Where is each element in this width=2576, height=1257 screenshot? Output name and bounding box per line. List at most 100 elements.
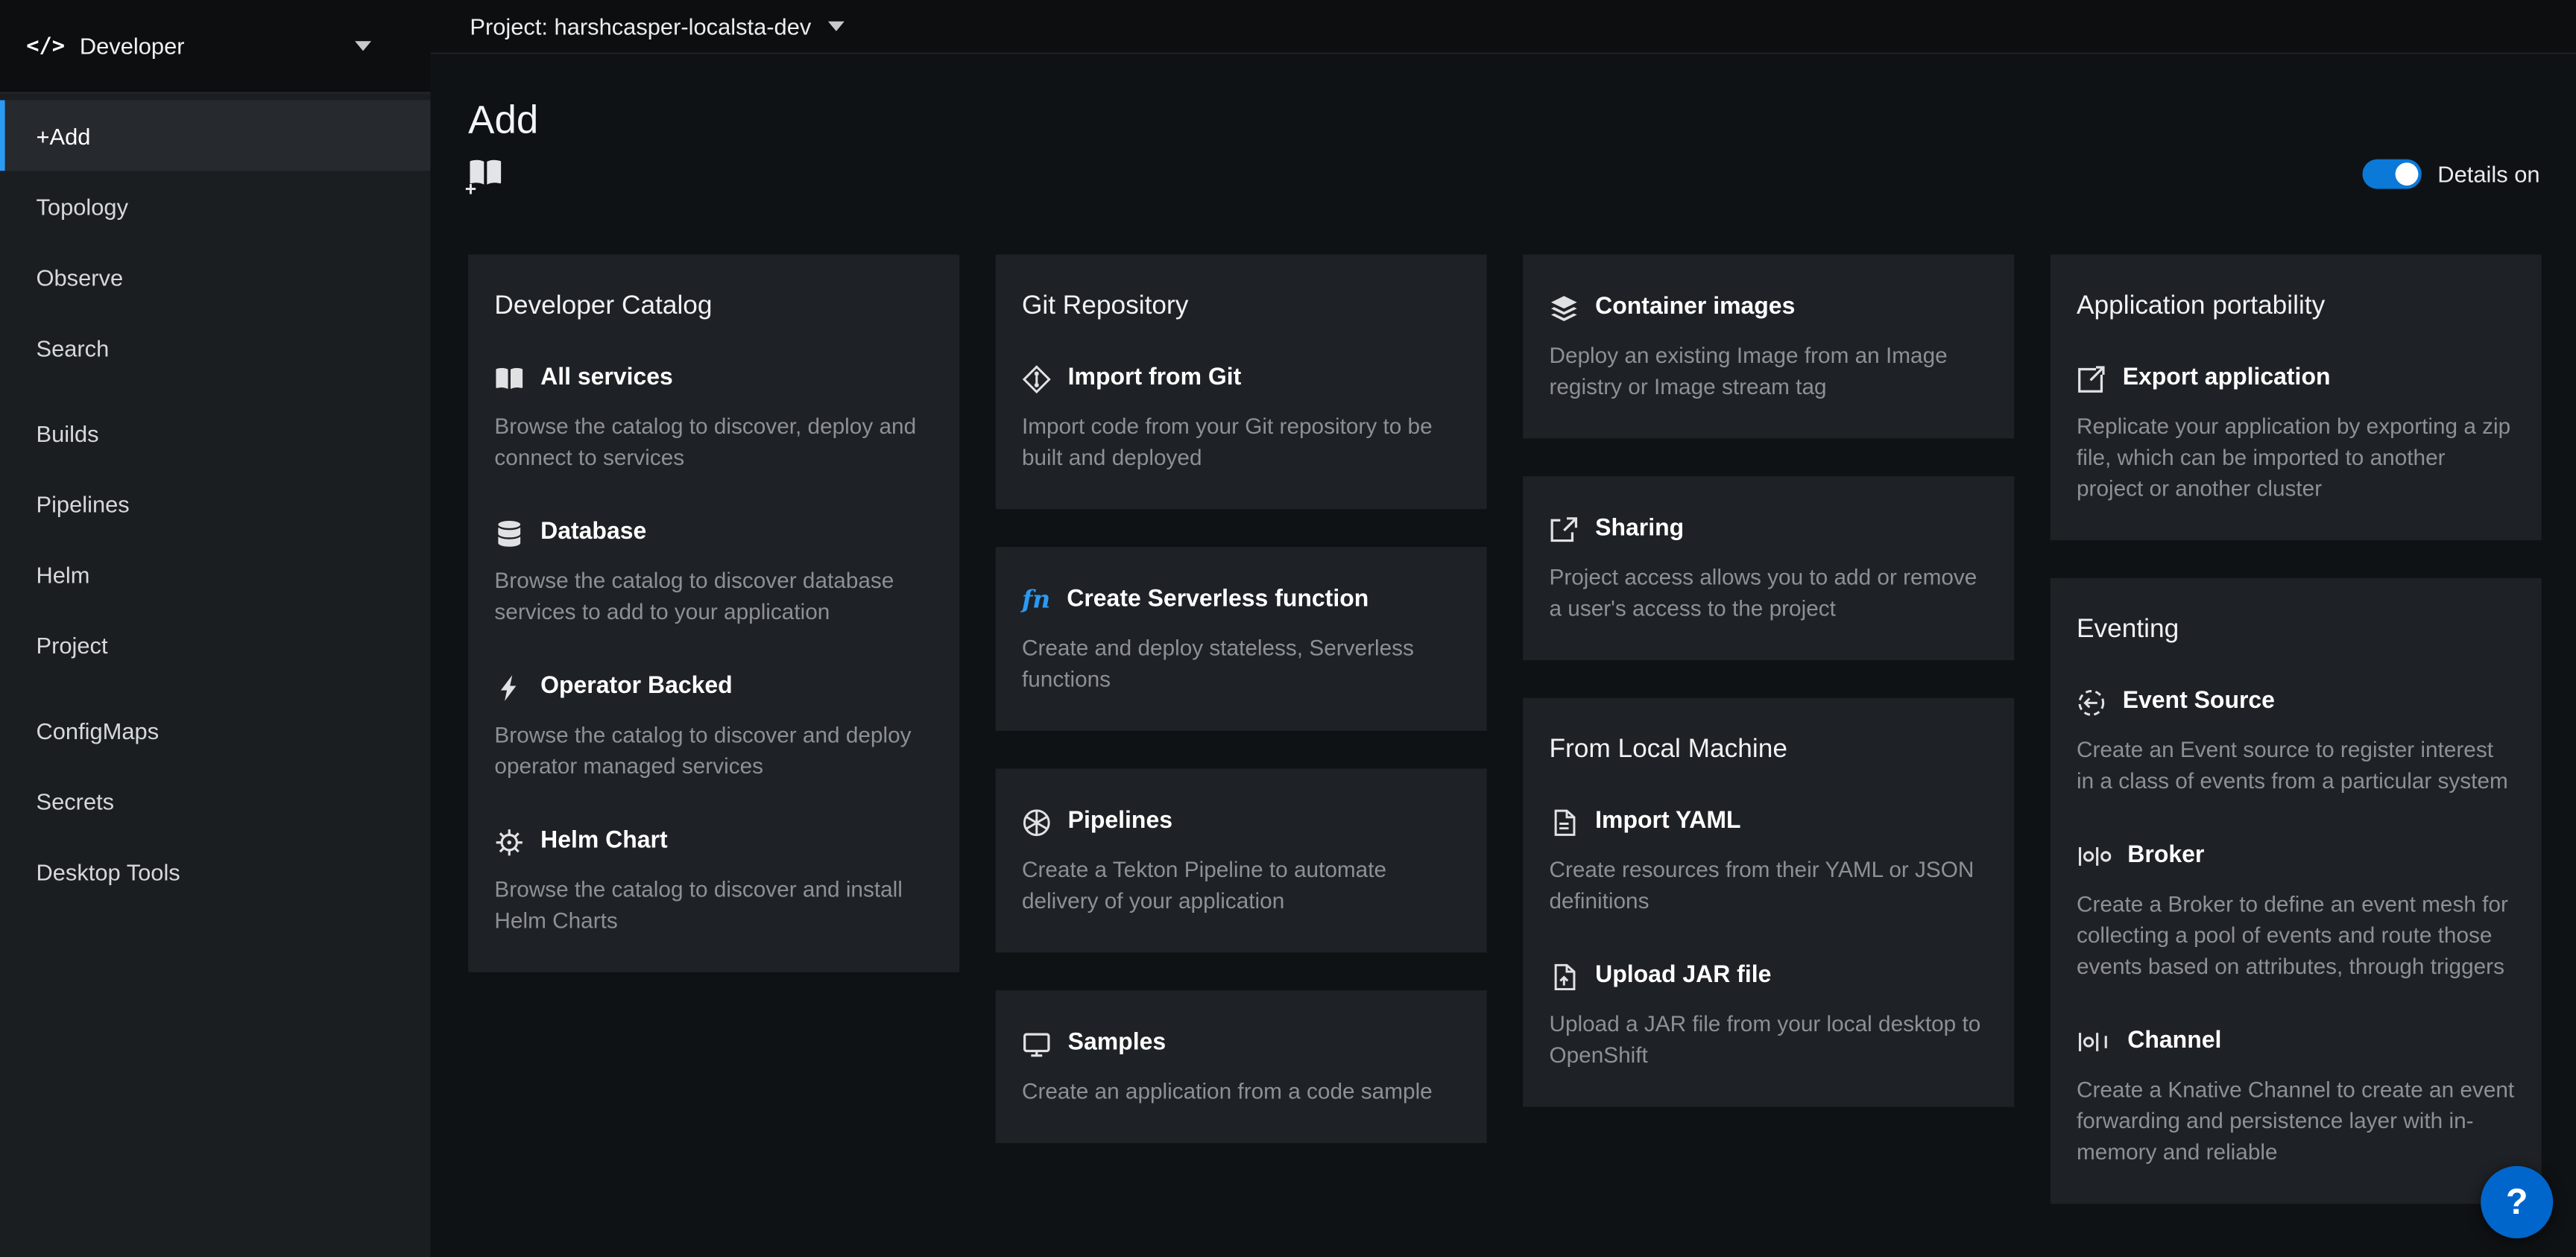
layers-icon xyxy=(1549,293,1579,323)
item-description: Create an application from a code sample xyxy=(1022,1076,1460,1107)
sidebar-item-secrets[interactable]: Secrets xyxy=(0,765,430,836)
share-icon xyxy=(1549,515,1579,545)
add-item-container-images[interactable]: Container images Deploy an existing Imag… xyxy=(1549,291,1987,402)
database-icon xyxy=(494,518,524,548)
card-pipelines: Pipelines Create a Tekton Pipeline to au… xyxy=(996,769,1487,953)
toggle-knob xyxy=(2395,162,2418,186)
event-source-icon xyxy=(2077,687,2106,717)
plus-glyph: + xyxy=(465,179,476,198)
sidebar-item-configmaps[interactable]: ConfigMaps xyxy=(0,694,430,765)
item-label: Samples xyxy=(1068,1027,1166,1061)
add-item-pipelines[interactable]: Pipelines Create a Tekton Pipeline to au… xyxy=(1022,805,1460,916)
sidebar-item-topology[interactable]: Topology xyxy=(0,171,430,241)
item-label: Event Source xyxy=(2123,685,2275,719)
add-item-upload-jar-file[interactable]: Upload JAR file Upload a JAR file from y… xyxy=(1549,959,1987,1071)
add-item-export-application[interactable]: Export application Replicate your applic… xyxy=(2077,361,2515,504)
item-label: Operator Backed xyxy=(540,670,733,704)
sidebar-item-builds[interactable]: Builds xyxy=(0,397,430,468)
samples-icon xyxy=(1022,1029,1052,1059)
sidebar-item-pipelines[interactable]: Pipelines xyxy=(0,468,430,539)
file-yaml-icon xyxy=(1549,807,1579,837)
grid-column-2: Git Repository Import from Git Import co… xyxy=(996,255,1487,1143)
export-icon xyxy=(2077,364,2106,393)
card-container-images: Container images Deploy an existing Imag… xyxy=(1523,255,2014,439)
project-selector[interactable]: Project: harshcasper-localsta-dev xyxy=(470,13,844,39)
card-application-portability: Application portability Export applicati… xyxy=(2051,255,2542,541)
main-area: Project: harshcasper-localsta-dev Add + … xyxy=(430,0,2576,1257)
details-toggle-label: Details on xyxy=(2437,161,2539,187)
item-label: All services xyxy=(540,361,673,396)
add-item-import-from-git[interactable]: Import from Git Import code from your Gi… xyxy=(1022,361,1460,473)
item-label: Upload JAR file xyxy=(1595,959,1771,993)
card-title: Eventing xyxy=(2077,614,2515,645)
chevron-down-icon xyxy=(827,22,844,31)
add-item-broker[interactable]: Broker Create a Broker to define an even… xyxy=(2077,839,2515,982)
perspective-switcher[interactable]: </> Developer xyxy=(0,0,430,94)
add-item-event-source[interactable]: Event Source Create an Event source to r… xyxy=(2077,685,2515,797)
sidebar-item-desktop-tools[interactable]: Desktop Tools xyxy=(0,836,430,907)
nav-group-1: +Add Topology Observe Search xyxy=(0,100,430,382)
card-sharing: Sharing Project access allows you to add… xyxy=(1523,476,2014,660)
openshift-console: </> Developer +Add Topology Observe Sear… xyxy=(0,0,2576,1257)
item-description: Replicate your application by exporting … xyxy=(2077,411,2515,504)
item-label: Export application xyxy=(2123,361,2331,396)
sidebar-item-project[interactable]: Project xyxy=(0,609,430,680)
item-description: Browse the catalog to discover and deplo… xyxy=(494,719,932,782)
catalog-add-icon[interactable]: + xyxy=(468,156,508,191)
bolt-icon xyxy=(494,673,524,703)
catalog-book-icon xyxy=(494,364,524,393)
file-upload-icon xyxy=(1549,962,1579,992)
item-description: Deploy an existing Image from an Image r… xyxy=(1549,340,1987,402)
chevron-down-icon xyxy=(355,41,371,51)
item-label: Helm Chart xyxy=(540,824,668,858)
item-description: Browse the catalog to discover, deploy a… xyxy=(494,411,932,473)
details-toggle[interactable]: Details on xyxy=(2362,159,2540,189)
grid-column-3: Container images Deploy an existing Imag… xyxy=(1523,255,2014,1107)
item-label: Create Serverless function xyxy=(1067,583,1368,617)
add-item-all-services[interactable]: All services Browse the catalog to disco… xyxy=(494,361,932,473)
add-item-sharing[interactable]: Sharing Project access allows you to add… xyxy=(1549,513,1987,624)
add-item-operator-backed[interactable]: Operator Backed Browse the catalog to di… xyxy=(494,670,932,782)
add-item-database[interactable]: Database Browse the catalog to discover … xyxy=(494,516,932,627)
help-button[interactable]: ? xyxy=(2481,1165,2553,1238)
sidebar-item-observe[interactable]: Observe xyxy=(0,241,430,312)
serverless-fn-icon: fn xyxy=(1022,586,1050,615)
item-description: Project access allows you to add or remo… xyxy=(1549,562,1987,624)
add-cards-grid: Developer Catalog All services Browse th… xyxy=(468,255,2539,1204)
add-item-channel[interactable]: Channel Create a Knative Channel to crea… xyxy=(2077,1025,2515,1168)
perspective-label: Developer xyxy=(80,33,185,59)
card-title: Developer Catalog xyxy=(494,291,932,322)
card-from-local-machine: From Local Machine Import YAML Create re… xyxy=(1523,698,2014,1107)
sidebar: </> Developer +Add Topology Observe Sear… xyxy=(0,0,430,1257)
card-git-repository: Git Repository Import from Git Import co… xyxy=(996,255,1487,510)
project-bar: Project: harshcasper-localsta-dev xyxy=(430,0,2576,54)
channel-icon xyxy=(2077,1030,2111,1054)
item-label: Channel xyxy=(2127,1025,2221,1059)
code-icon: </> xyxy=(26,34,65,58)
sidebar-item-helm[interactable]: Helm xyxy=(0,539,430,609)
card-developer-catalog: Developer Catalog All services Browse th… xyxy=(468,255,959,972)
nav-group-2: Builds Pipelines Helm Project xyxy=(0,397,430,680)
item-description: Browse the catalog to discover and insta… xyxy=(494,874,932,937)
project-selector-label: Project: harshcasper-localsta-dev xyxy=(470,13,811,39)
add-item-import-yaml[interactable]: Import YAML Create resources from their … xyxy=(1549,805,1987,916)
item-description: Create a Knative Channel to create an ev… xyxy=(2077,1074,2515,1168)
card-samples: Samples Create an application from a cod… xyxy=(996,990,1487,1143)
add-item-samples[interactable]: Samples Create an application from a cod… xyxy=(1022,1027,1460,1107)
item-label: Import YAML xyxy=(1595,805,1740,839)
card-eventing: Eventing Event Source Create an Event so… xyxy=(2051,578,2542,1204)
item-description: Create and deploy stateless, Serverless … xyxy=(1022,633,1460,695)
item-description: Create resources from their YAML or JSON… xyxy=(1549,854,1987,916)
add-item-create-serverless-function[interactable]: fn Create Serverless function Create and… xyxy=(1022,583,1460,694)
sidebar-item-add[interactable]: +Add xyxy=(0,100,430,171)
item-label: Pipelines xyxy=(1068,805,1172,839)
add-page: Add + Details on Developer Catalog xyxy=(430,54,2576,1257)
toggle-switch[interactable] xyxy=(2362,159,2421,189)
card-title: From Local Machine xyxy=(1549,734,1987,765)
sidebar-item-search[interactable]: Search xyxy=(0,312,430,383)
item-label: Sharing xyxy=(1595,513,1684,547)
item-description: Browse the catalog to discover database … xyxy=(494,565,932,627)
item-description: Create a Tekton Pipeline to automate del… xyxy=(1022,854,1460,916)
add-item-helm-chart[interactable]: Helm Chart Browse the catalog to discove… xyxy=(494,824,932,936)
card-title: Git Repository xyxy=(1022,291,1460,322)
